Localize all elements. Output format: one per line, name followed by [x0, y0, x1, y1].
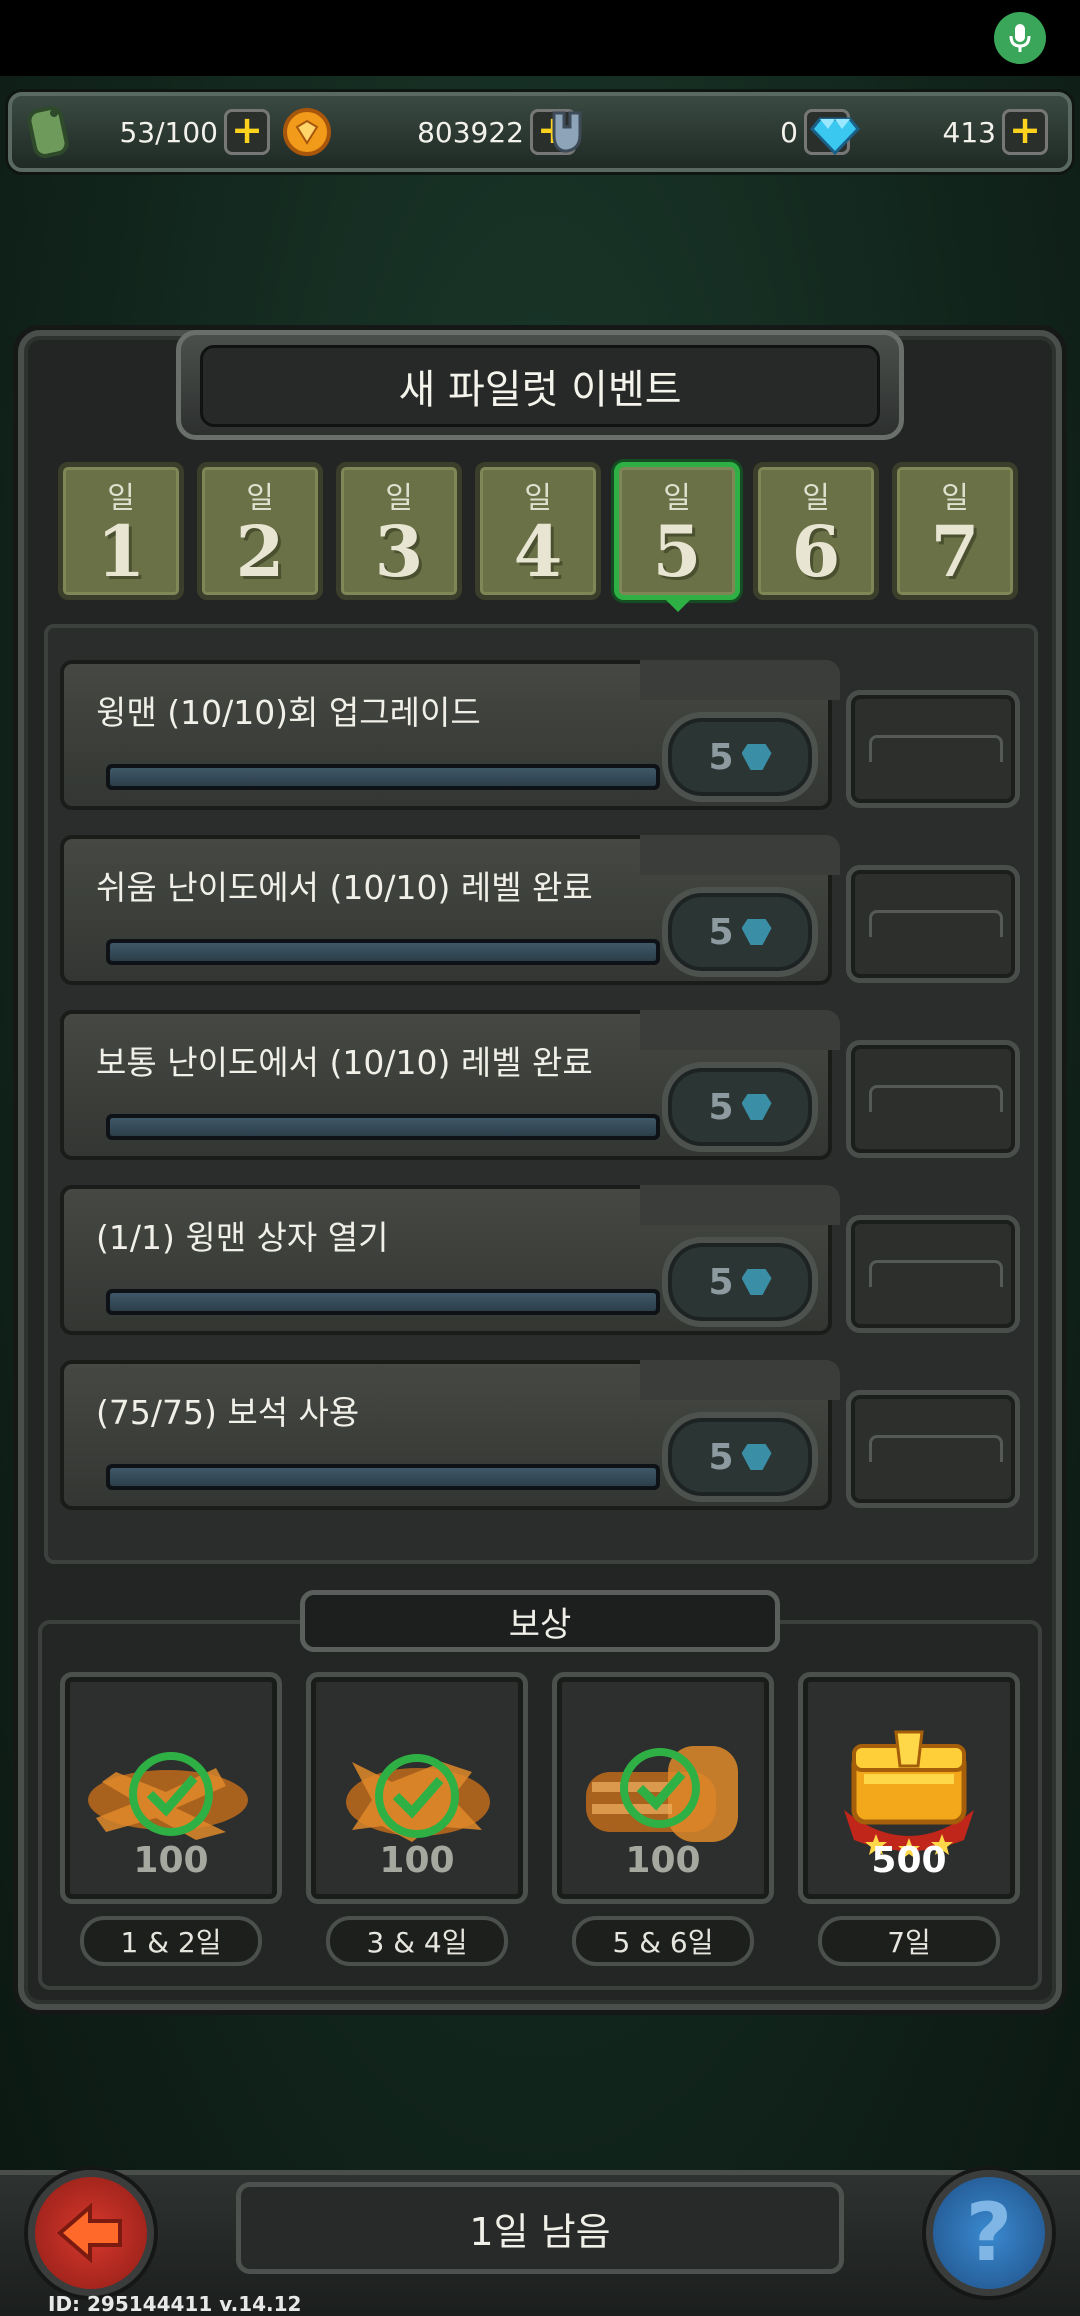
gems-value: 413: [942, 115, 996, 149]
gem-cost-value: 5: [708, 1436, 734, 1478]
tab-day-4[interactable]: 일 4: [475, 462, 601, 600]
reward-day-label: 1 & 2일: [80, 1916, 262, 1966]
reward-day-label: 5 & 6일: [572, 1916, 754, 1966]
quest-item: 쉬움 난이도에서 (10/10) 레벨 완료 5: [60, 835, 1020, 985]
gem-cost-value: 5: [708, 736, 734, 778]
gem-cost-value: 5: [708, 1261, 734, 1303]
claim-button[interactable]: [846, 865, 1020, 983]
status-bar: [0, 0, 1080, 76]
gem-icon: [741, 1444, 772, 1470]
page-title: 새 파일럿 이벤트: [398, 367, 682, 413]
quest-text: (75/75) 보석 사용: [96, 1393, 360, 1432]
claim-button[interactable]: [846, 1040, 1020, 1158]
gem-icon: [741, 744, 772, 770]
reward-item[interactable]: 500 7일: [798, 1672, 1020, 1972]
day-number: 1: [96, 510, 146, 593]
claim-button[interactable]: [846, 1390, 1020, 1508]
day-number: 2: [235, 510, 285, 593]
coin-icon: [283, 108, 331, 156]
reward-day-label: 3 & 4일: [326, 1916, 508, 1966]
help-button[interactable]: ?: [926, 2170, 1052, 2296]
day-number: 7: [930, 510, 980, 593]
diamond-icon: [810, 117, 860, 156]
gem-cost-button[interactable]: 5: [662, 1237, 818, 1327]
gem-cost-button[interactable]: 5: [662, 712, 818, 802]
mic-icon[interactable]: [994, 12, 1046, 64]
gem-cost-value: 5: [708, 1086, 734, 1128]
gem-icon: [741, 1269, 772, 1295]
tab-day-6[interactable]: 일 6: [753, 462, 879, 600]
arrow-left-icon: [56, 2203, 122, 2263]
quest-card-tab: [640, 1360, 840, 1400]
tab-day-5[interactable]: 일 5: [614, 462, 740, 600]
quest-text: 윙맨 (10/10)회 업그레이드: [96, 693, 481, 732]
reward-amount: 500: [871, 1840, 947, 1881]
quest-card-tab: [640, 1010, 840, 1050]
gem-cost-value: 5: [708, 911, 734, 953]
gem-icon: [741, 1094, 772, 1120]
dogtag-icon: [27, 106, 69, 158]
quest-progress-bar: [106, 1289, 660, 1315]
resource-bar: 53/100 + 803922 + 0 + 413 +: [8, 92, 1072, 172]
day-number: 3: [374, 510, 424, 593]
add-fuel-button[interactable]: +: [224, 109, 270, 155]
quest-progress-bar: [106, 939, 660, 965]
fuel-slot: 53/100 +: [24, 106, 270, 158]
rewards-header: 보상: [300, 1590, 780, 1652]
coins-slot: 803922 +: [280, 106, 576, 158]
time-remaining-plate: 1일 남음: [236, 2182, 844, 2274]
wrench-icon: [552, 111, 582, 153]
tab-day-1[interactable]: 일 1: [58, 462, 184, 600]
gems-slot: 413 +: [808, 106, 1048, 158]
add-gems-button[interactable]: +: [1002, 109, 1048, 155]
gem-cost-button[interactable]: 5: [662, 887, 818, 977]
quest-item: 보통 난이도에서 (10/10) 레벨 완료 5: [60, 1010, 1020, 1160]
coins-value: 803922: [417, 115, 524, 149]
quest-card-tab: [640, 1185, 840, 1225]
build-id: ID: 295144411 v.14.12: [48, 2292, 302, 2316]
parts-slot: 0 +: [544, 106, 850, 158]
tab-day-7[interactable]: 일 7: [892, 462, 1018, 600]
quest-item: (1/1) 윙맨 상자 열기 5: [60, 1185, 1020, 1335]
reward-amount: 100: [379, 1840, 455, 1881]
quest-text: 보통 난이도에서 (10/10) 레벨 완료: [96, 1043, 593, 1082]
parts-value: 0: [780, 115, 798, 149]
day-number: 5: [652, 510, 702, 593]
tab-day-2[interactable]: 일 2: [197, 462, 323, 600]
tab-day-3[interactable]: 일 3: [336, 462, 462, 600]
reward-amount: 100: [133, 1840, 209, 1881]
day-number: 6: [791, 510, 841, 593]
reward-day-label: 7일: [818, 1916, 1000, 1966]
day-number: 4: [513, 510, 563, 593]
active-tab-pointer: [664, 598, 692, 612]
quest-item: 윙맨 (10/10)회 업그레이드 5: [60, 660, 1020, 810]
quest-item: (75/75) 보석 사용 5: [60, 1360, 1020, 1510]
quest-text: 쉬움 난이도에서 (10/10) 레벨 완료: [96, 868, 593, 907]
claim-button[interactable]: [846, 1215, 1020, 1333]
quest-card-tab: [640, 660, 840, 700]
question-mark-icon: ?: [965, 2186, 1013, 2279]
quest-text: (1/1) 윙맨 상자 열기: [96, 1218, 389, 1257]
quest-progress-bar: [106, 1114, 660, 1140]
time-remaining: 1일 남음: [469, 2209, 611, 2254]
reward-item[interactable]: 100 5 & 6일: [552, 1672, 774, 1972]
quest-progress-bar: [106, 1464, 660, 1490]
rewards-title: 보상: [508, 1604, 572, 1645]
quest-progress-bar: [106, 764, 660, 790]
reward-item[interactable]: 100 3 & 4일: [306, 1672, 528, 1972]
fuel-value: 53/100: [119, 115, 218, 149]
title-frame: 새 파일럿 이벤트: [200, 345, 880, 427]
reward-item[interactable]: 100 1 & 2일: [60, 1672, 282, 1972]
reward-amount: 100: [625, 1840, 701, 1881]
gem-icon: [741, 919, 772, 945]
back-button[interactable]: [28, 2170, 154, 2296]
gem-cost-button[interactable]: 5: [662, 1062, 818, 1152]
gem-cost-button[interactable]: 5: [662, 1412, 818, 1502]
quest-card-tab: [640, 835, 840, 875]
claim-button[interactable]: [846, 690, 1020, 808]
